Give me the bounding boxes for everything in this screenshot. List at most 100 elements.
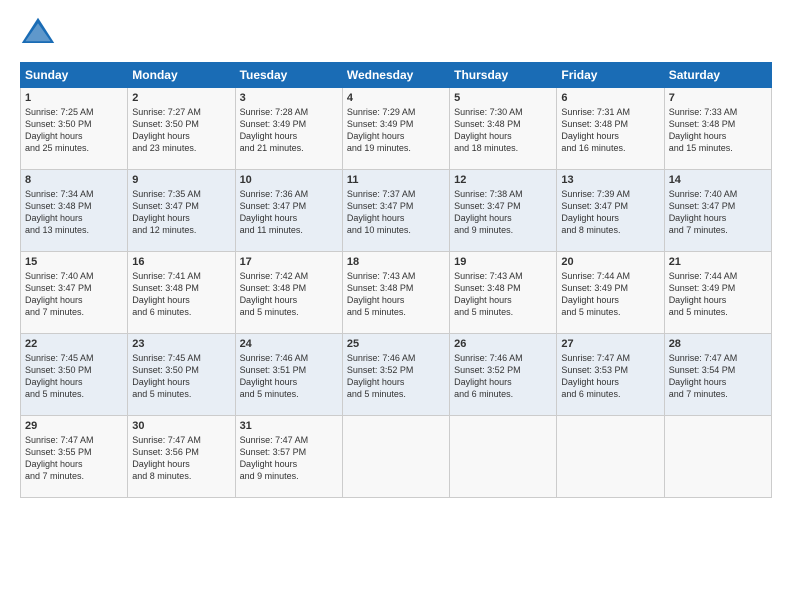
weekday-header-sunday: Sunday xyxy=(21,63,128,88)
cell-info: Sunrise: 7:47 AMSunset: 3:55 PMDaylight … xyxy=(25,435,94,481)
cell-info: Sunrise: 7:46 AMSunset: 3:52 PMDaylight … xyxy=(347,353,416,399)
cell-info: Sunrise: 7:31 AMSunset: 3:48 PMDaylight … xyxy=(561,107,630,153)
day-number: 28 xyxy=(669,338,767,350)
cell-info: Sunrise: 7:33 AMSunset: 3:48 PMDaylight … xyxy=(669,107,738,153)
day-number: 12 xyxy=(454,174,552,186)
calendar-cell: 28 Sunrise: 7:47 AMSunset: 3:54 PMDayligh… xyxy=(664,334,771,416)
day-number: 26 xyxy=(454,338,552,350)
cell-info: Sunrise: 7:47 AMSunset: 3:54 PMDaylight … xyxy=(669,353,738,399)
cell-info: Sunrise: 7:27 AMSunset: 3:50 PMDaylight … xyxy=(132,107,201,153)
calendar-cell xyxy=(557,416,664,498)
day-number: 21 xyxy=(669,256,767,268)
calendar-cell: 9 Sunrise: 7:35 AMSunset: 3:47 PMDaylight… xyxy=(128,170,235,252)
cell-info: Sunrise: 7:41 AMSunset: 3:48 PMDaylight … xyxy=(132,271,201,317)
cell-info: Sunrise: 7:28 AMSunset: 3:49 PMDaylight … xyxy=(240,107,309,153)
cell-info: Sunrise: 7:44 AMSunset: 3:49 PMDaylight … xyxy=(669,271,738,317)
calendar-cell xyxy=(342,416,449,498)
cell-info: Sunrise: 7:40 AMSunset: 3:47 PMDaylight … xyxy=(25,271,94,317)
calendar-cell: 1 Sunrise: 7:25 AMSunset: 3:50 PMDaylight… xyxy=(21,88,128,170)
cell-info: Sunrise: 7:37 AMSunset: 3:47 PMDaylight … xyxy=(347,189,416,235)
calendar-cell xyxy=(664,416,771,498)
cell-info: Sunrise: 7:45 AMSunset: 3:50 PMDaylight … xyxy=(132,353,201,399)
calendar-cell: 24 Sunrise: 7:46 AMSunset: 3:51 PMDayligh… xyxy=(235,334,342,416)
day-number: 16 xyxy=(132,256,230,268)
day-number: 18 xyxy=(347,256,445,268)
calendar-cell: 20 Sunrise: 7:44 AMSunset: 3:49 PMDayligh… xyxy=(557,252,664,334)
day-number: 19 xyxy=(454,256,552,268)
cell-info: Sunrise: 7:34 AMSunset: 3:48 PMDaylight … xyxy=(25,189,94,235)
cell-info: Sunrise: 7:39 AMSunset: 3:47 PMDaylight … xyxy=(561,189,630,235)
day-number: 22 xyxy=(25,338,123,350)
calendar-table: SundayMondayTuesdayWednesdayThursdayFrid… xyxy=(20,62,772,498)
day-number: 14 xyxy=(669,174,767,186)
calendar-cell: 19 Sunrise: 7:43 AMSunset: 3:48 PMDayligh… xyxy=(450,252,557,334)
calendar-cell: 3Sunrise: 7:28 AMSunset: 3:49 PMDaylight… xyxy=(235,88,342,170)
day-number: 31 xyxy=(240,420,338,432)
cell-info: Sunrise: 7:40 AMSunset: 3:47 PMDaylight … xyxy=(669,189,738,235)
logo xyxy=(20,16,60,52)
calendar-week-row: 22 Sunrise: 7:45 AMSunset: 3:50 PMDayligh… xyxy=(21,334,772,416)
header xyxy=(20,16,772,52)
calendar-header-row: SundayMondayTuesdayWednesdayThursdayFrid… xyxy=(21,63,772,88)
day-number: 17 xyxy=(240,256,338,268)
day-number: 11 xyxy=(347,174,445,186)
calendar-cell: 13 Sunrise: 7:39 AMSunset: 3:47 PMDayligh… xyxy=(557,170,664,252)
calendar-cell: 6Sunrise: 7:31 AMSunset: 3:48 PMDaylight… xyxy=(557,88,664,170)
day-number: 29 xyxy=(25,420,123,432)
weekday-header-thursday: Thursday xyxy=(450,63,557,88)
calendar-cell: 4 Sunrise: 7:29 AMSunset: 3:49 PMDaylight… xyxy=(342,88,449,170)
day-number: 24 xyxy=(240,338,338,350)
calendar-cell: 16 Sunrise: 7:41 AMSunset: 3:48 PMDayligh… xyxy=(128,252,235,334)
day-number: 13 xyxy=(561,174,659,186)
day-number: 8 xyxy=(25,174,123,186)
calendar-week-row: 8 Sunrise: 7:34 AMSunset: 3:48 PMDaylight… xyxy=(21,170,772,252)
day-number: 30 xyxy=(132,420,230,432)
cell-info: Sunrise: 7:47 AMSunset: 3:57 PMDaylight … xyxy=(240,435,309,481)
cell-info: Sunrise: 7:35 AMSunset: 3:47 PMDaylight … xyxy=(132,189,201,235)
cell-info: Sunrise: 7:47 AMSunset: 3:53 PMDaylight … xyxy=(561,353,630,399)
cell-info: Sunrise: 7:43 AMSunset: 3:48 PMDaylight … xyxy=(454,271,523,317)
weekday-header-wednesday: Wednesday xyxy=(342,63,449,88)
day-number: 9 xyxy=(132,174,230,186)
day-number: 20 xyxy=(561,256,659,268)
cell-info: Sunrise: 7:36 AMSunset: 3:47 PMDaylight … xyxy=(240,189,309,235)
calendar-cell: 18 Sunrise: 7:43 AMSunset: 3:48 PMDayligh… xyxy=(342,252,449,334)
cell-info: Sunrise: 7:38 AMSunset: 3:47 PMDaylight … xyxy=(454,189,523,235)
calendar-body: 1 Sunrise: 7:25 AMSunset: 3:50 PMDaylight… xyxy=(21,88,772,498)
calendar-cell: 15 Sunrise: 7:40 AMSunset: 3:47 PMDayligh… xyxy=(21,252,128,334)
cell-info: Sunrise: 7:29 AMSunset: 3:49 PMDaylight … xyxy=(347,107,416,153)
calendar-cell: 10Sunrise: 7:36 AMSunset: 3:47 PMDayligh… xyxy=(235,170,342,252)
calendar-cell: 17 Sunrise: 7:42 AMSunset: 3:48 PMDayligh… xyxy=(235,252,342,334)
calendar-cell: 11 Sunrise: 7:37 AMSunset: 3:47 PMDayligh… xyxy=(342,170,449,252)
cell-info: Sunrise: 7:44 AMSunset: 3:49 PMDaylight … xyxy=(561,271,630,317)
day-number: 2 xyxy=(132,92,230,104)
day-number: 1 xyxy=(25,92,123,104)
calendar-cell: 8 Sunrise: 7:34 AMSunset: 3:48 PMDaylight… xyxy=(21,170,128,252)
day-number: 4 xyxy=(347,92,445,104)
calendar-cell: 7 Sunrise: 7:33 AMSunset: 3:48 PMDaylight… xyxy=(664,88,771,170)
calendar-cell: 2 Sunrise: 7:27 AMSunset: 3:50 PMDaylight… xyxy=(128,88,235,170)
cell-info: Sunrise: 7:43 AMSunset: 3:48 PMDaylight … xyxy=(347,271,416,317)
cell-info: Sunrise: 7:42 AMSunset: 3:48 PMDaylight … xyxy=(240,271,309,317)
day-number: 7 xyxy=(669,92,767,104)
calendar-cell: 22 Sunrise: 7:45 AMSunset: 3:50 PMDayligh… xyxy=(21,334,128,416)
cell-info: Sunrise: 7:47 AMSunset: 3:56 PMDaylight … xyxy=(132,435,201,481)
calendar-week-row: 29 Sunrise: 7:47 AMSunset: 3:55 PMDayligh… xyxy=(21,416,772,498)
calendar-cell: 30 Sunrise: 7:47 AMSunset: 3:56 PMDayligh… xyxy=(128,416,235,498)
calendar-cell: 31 Sunrise: 7:47 AMSunset: 3:57 PMDayligh… xyxy=(235,416,342,498)
calendar-cell: 21 Sunrise: 7:44 AMSunset: 3:49 PMDayligh… xyxy=(664,252,771,334)
calendar-week-row: 1 Sunrise: 7:25 AMSunset: 3:50 PMDaylight… xyxy=(21,88,772,170)
page: SundayMondayTuesdayWednesdayThursdayFrid… xyxy=(0,0,792,612)
calendar-cell: 29 Sunrise: 7:47 AMSunset: 3:55 PMDayligh… xyxy=(21,416,128,498)
cell-info: Sunrise: 7:46 AMSunset: 3:51 PMDaylight … xyxy=(240,353,309,399)
weekday-header-tuesday: Tuesday xyxy=(235,63,342,88)
calendar-cell: 25 Sunrise: 7:46 AMSunset: 3:52 PMDayligh… xyxy=(342,334,449,416)
cell-info: Sunrise: 7:45 AMSunset: 3:50 PMDaylight … xyxy=(25,353,94,399)
cell-info: Sunrise: 7:25 AMSunset: 3:50 PMDaylight … xyxy=(25,107,94,153)
calendar-cell: 12 Sunrise: 7:38 AMSunset: 3:47 PMDayligh… xyxy=(450,170,557,252)
cell-info: Sunrise: 7:46 AMSunset: 3:52 PMDaylight … xyxy=(454,353,523,399)
day-number: 25 xyxy=(347,338,445,350)
day-number: 27 xyxy=(561,338,659,350)
day-number: 15 xyxy=(25,256,123,268)
calendar-cell: 14 Sunrise: 7:40 AMSunset: 3:47 PMDayligh… xyxy=(664,170,771,252)
